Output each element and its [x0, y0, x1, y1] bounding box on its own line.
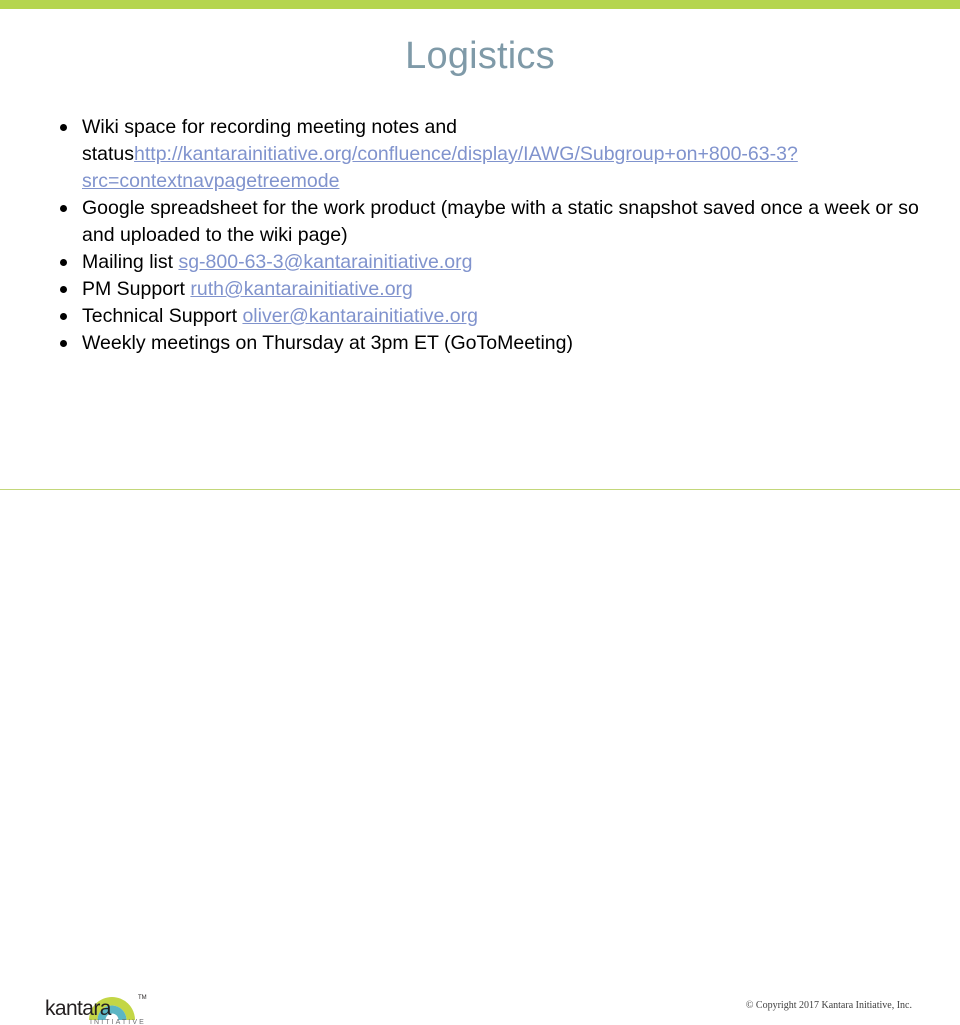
kantara-logo-icon: kantara INITIATIVE TM [45, 995, 147, 1025]
copyright-notice: © Copyright 2017 Kantara Initiative, Inc… [745, 1000, 912, 1011]
bullet-dot-icon [60, 205, 67, 212]
bullet-text: Technical Support oliver@kantarainitiati… [82, 305, 478, 327]
bullet-text: Wiki space for recording meeting notes a… [82, 116, 798, 192]
top-accent-bar [0, 0, 960, 9]
logo-trademark: TM [138, 995, 147, 1001]
text-weekly-meetings: Weekly meetings on Thursday at 3pm ET (G… [82, 332, 573, 354]
text-pm-support: PM Support [82, 278, 191, 300]
bullet-item-technical-support: Technical Support oliver@kantarainitiati… [50, 303, 922, 330]
link-technical-support[interactable]: oliver@kantarainitiative.org [242, 305, 478, 327]
bullet-text: Google spreadsheet for the work product … [82, 197, 919, 246]
bullet-dot-icon [60, 286, 67, 293]
bullet-item-google-spreadsheet: Google spreadsheet for the work product … [50, 195, 922, 249]
link-mailing-list[interactable]: sg-800-63-3@kantarainitiative.org [178, 251, 472, 273]
bullet-text: Mailing list sg-800-63-3@kantarainitiati… [82, 251, 473, 273]
bullet-item-pm-support: PM Support ruth@kantarainitiative.org [50, 276, 922, 303]
bullet-dot-icon [60, 124, 67, 131]
bullet-text: Weekly meetings on Thursday at 3pm ET (G… [82, 332, 573, 354]
footer: kantara INITIATIVE TM © Copyright 2017 K… [0, 490, 960, 1025]
bullet-dot-icon [60, 313, 67, 320]
bullet-list: Wiki space for recording meeting notes a… [50, 114, 922, 357]
bullet-dot-icon [60, 259, 67, 266]
bullet-item-weekly-meetings: Weekly meetings on Thursday at 3pm ET (G… [50, 330, 922, 357]
text-google-spreadsheet: Google spreadsheet for the work product … [82, 197, 919, 246]
link-pm-support[interactable]: ruth@kantarainitiative.org [190, 278, 413, 300]
text-technical-support: Technical Support [82, 305, 243, 327]
logo-subtitle: INITIATIVE [90, 1019, 146, 1025]
page-title: Logistics [405, 35, 555, 77]
kantara-logo: kantara INITIATIVE TM [44, 989, 162, 1025]
bullet-item-mailing-list: Mailing list sg-800-63-3@kantarainitiati… [50, 249, 922, 276]
logo-wordmark: kantara [45, 997, 112, 1020]
bullet-text: PM Support ruth@kantarainitiative.org [82, 278, 413, 300]
bullet-item-wiki-space: Wiki space for recording meeting notes a… [50, 114, 922, 195]
text-mailing-list: Mailing list [82, 251, 179, 273]
bullet-dot-icon [60, 340, 67, 347]
link-wiki-space[interactable]: http://kantarainitiative.org/confluence/… [82, 143, 798, 192]
slide: Logistics Wiki space for recording meeti… [0, 0, 960, 1025]
